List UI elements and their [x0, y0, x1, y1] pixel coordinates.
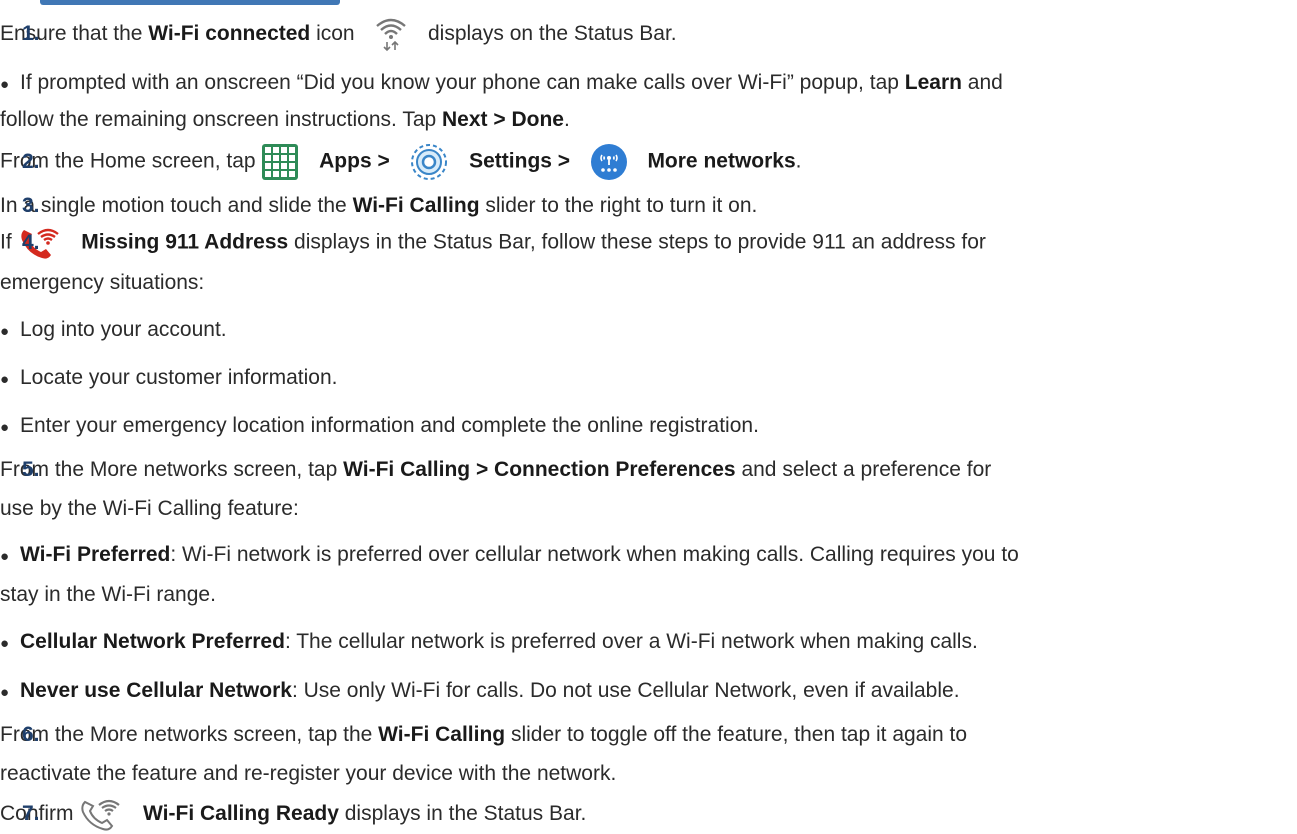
bold-text: Next > Done — [442, 108, 564, 131]
bullet-text: : Wi-Fi network is preferred over cellul… — [170, 543, 1019, 566]
step-text: and select a preference for — [735, 458, 992, 481]
step-6-continued: reactivate the feature and re-register y… — [0, 756, 616, 792]
more-networks-icon — [590, 143, 628, 181]
step-7: 7. Confirm Wi-Fi Calling Ready displays … — [0, 796, 586, 832]
step-text: icon — [310, 21, 355, 45]
wifi-calling-ready-icon — [79, 796, 123, 832]
bold-text: Cellular Network Preferred — [20, 630, 285, 653]
step-text: If — [0, 230, 18, 254]
bold-text: Wi-Fi Calling — [352, 194, 480, 217]
sub-bullet-continued: stay in the Wi-Fi range. — [0, 577, 216, 613]
step-number: 2. — [22, 150, 40, 173]
bold-text: Learn — [904, 71, 962, 94]
sub-bullet: ● Log into your account. — [0, 313, 227, 349]
step-4-continued: emergency situations: — [0, 265, 204, 301]
bullet-icon: ● — [0, 548, 10, 565]
step-text: displays on the Status Bar. — [427, 21, 677, 45]
step-text: In a single motion touch and slide the — [0, 194, 353, 217]
bullet-text: . — [563, 108, 570, 131]
step-number: 4. — [22, 231, 40, 254]
apps-grid-icon — [261, 143, 299, 181]
bold-text: Never use Cellular Network — [20, 679, 292, 702]
bold-text: Wi-Fi Calling Ready — [143, 801, 339, 825]
step-number: 1. — [22, 22, 40, 45]
step-text: use by the Wi-Fi Calling feature: — [0, 497, 299, 520]
bullet-icon: ● — [0, 371, 10, 388]
bullet-text: Enter your emergency location informatio… — [20, 414, 759, 437]
bullet-icon: ● — [0, 635, 10, 652]
bullet-icon: ● — [0, 76, 10, 93]
bullet-text: stay in the Wi-Fi range. — [0, 583, 216, 606]
step-5-continued: use by the Wi-Fi Calling feature: — [0, 491, 299, 527]
settings-gear-icon — [409, 142, 449, 182]
bold-text: Wi-Fi Preferred — [20, 543, 171, 566]
step-1: 1. Ensure that the Wi-Fi connected icon … — [0, 16, 677, 52]
step-5: 5. From the More networks screen, tap Wi… — [0, 452, 991, 488]
sub-bullet: ● Locate your customer information. — [0, 361, 337, 397]
step-text: reactivate the feature and re-register y… — [0, 762, 617, 785]
sub-bullet: ● Never use Cellular Network: Use only Wi… — [0, 674, 960, 710]
step-text: displays in the Status Bar, follow these… — [288, 230, 986, 254]
bold-text: Wi-Fi Calling > Connection Preferences — [343, 458, 736, 481]
bullet-text: and — [961, 71, 1003, 94]
bold-text: Wi-Fi connected — [148, 21, 311, 45]
partial-section-heading — [40, 0, 370, 7]
step-number: 6. — [22, 723, 40, 746]
step-number: 5. — [22, 458, 40, 481]
step-text: displays in the Status Bar. — [338, 801, 587, 825]
sub-bullet: ● Wi-Fi Preferred: Wi-Fi network is prefe… — [0, 538, 1019, 574]
step-2: 2. From the Home screen, tap Apps > Sett… — [0, 144, 801, 180]
wifi-connected-icon — [374, 16, 408, 52]
step-6: 6. From the More networks screen, tap th… — [0, 717, 967, 753]
sub-bullet: ● If prompted with an onscreen “Did you k… — [0, 66, 1003, 102]
step-3: 3. In a single motion touch and slide th… — [0, 188, 757, 224]
bullet-icon: ● — [0, 684, 10, 701]
bullet-icon: ● — [0, 323, 10, 340]
step-text: slider to toggle off the feature, then t… — [505, 723, 968, 746]
step-text: . — [795, 149, 802, 173]
bold-text: Settings > — [469, 149, 571, 173]
bullet-text: follow the remaining onscreen instructio… — [0, 108, 443, 131]
bold-text: Missing 911 Address — [81, 230, 289, 254]
bullet-text: : Use only Wi-Fi for calls. Do not use C… — [291, 679, 960, 702]
sub-bullet: ● Enter your emergency location informati… — [0, 409, 759, 445]
bullet-icon: ● — [0, 419, 10, 436]
sub-bullet: ● Cellular Network Preferred: The cellula… — [0, 625, 978, 661]
bold-text: More networks — [647, 149, 796, 173]
step-4: 4. If Missing 911 Address displays in th… — [0, 225, 986, 261]
bullet-text: Log into your account. — [20, 318, 227, 341]
bullet-text: : The cellular network is preferred over… — [284, 630, 978, 653]
step-text: emergency situations: — [0, 271, 205, 294]
bold-text: Apps > — [319, 149, 390, 173]
step-text: slider to the right to turn it on. — [479, 194, 758, 217]
sub-bullet-continued: follow the remaining onscreen instructio… — [0, 102, 570, 138]
step-number: 7. — [22, 802, 40, 825]
bold-text: Wi-Fi Calling — [378, 723, 506, 746]
step-text: From the More networks screen, tap the — [0, 723, 379, 746]
step-number: 3. — [22, 194, 40, 217]
step-text: Confirm — [0, 801, 80, 825]
step-text: From the More networks screen, tap — [0, 458, 344, 481]
bullet-text: If prompted with an onscreen “Did you kn… — [20, 71, 905, 94]
bullet-text: Locate your customer information. — [20, 366, 338, 389]
